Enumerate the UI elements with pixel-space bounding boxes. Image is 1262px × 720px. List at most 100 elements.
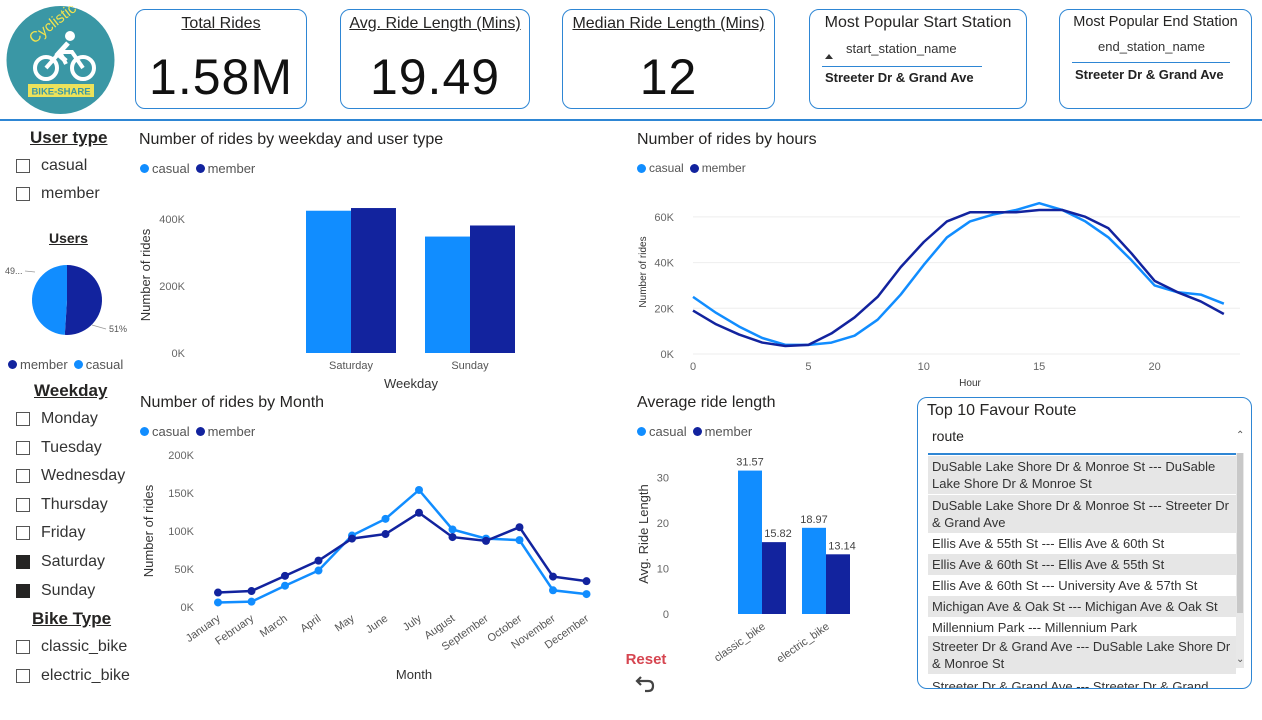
end-station-column-header[interactable]: end_station_name	[1098, 39, 1205, 54]
bar-casual[interactable]	[306, 210, 351, 353]
line-casual[interactable]	[692, 201, 1225, 347]
point-member[interactable]	[549, 572, 557, 581]
route-row[interactable]: DuSable Lake Shore Dr & Monroe St --- Du…	[928, 456, 1236, 494]
slicer-item-member[interactable]: member	[16, 183, 100, 205]
kpi-value: 12	[639, 49, 698, 105]
legend-member-dot	[195, 427, 205, 436]
data-label: 18.97	[800, 514, 828, 526]
reset-button[interactable]: Reset	[622, 651, 670, 701]
legend-casual-dot	[637, 163, 646, 173]
kpi-title: Avg. Ride Length (Mins)	[349, 15, 521, 32]
point-casual[interactable]	[549, 586, 557, 595]
weekday-slicer-title: Weekday	[34, 381, 108, 400]
point-casual[interactable]	[214, 598, 222, 607]
pie-label: 51%	[109, 324, 127, 334]
line-member[interactable]	[217, 511, 587, 594]
x-tick-label: Saturday	[329, 360, 374, 372]
pie-slice-member[interactable]	[64, 265, 103, 335]
slicer-item-tuesday[interactable]: Tuesday	[16, 437, 102, 459]
route-row[interactable]: Millennium Park --- Millennium Park	[928, 617, 1236, 638]
point-member[interactable]	[348, 534, 356, 543]
point-casual[interactable]	[448, 525, 457, 534]
point-member[interactable]	[247, 587, 256, 596]
table-scrollbar[interactable]	[1236, 453, 1244, 668]
y-tick-label: 0K	[172, 348, 186, 360]
point-member[interactable]	[381, 530, 390, 539]
reset-label: Reset	[625, 651, 667, 668]
point-casual[interactable]	[381, 514, 390, 523]
start-station-column-header[interactable]: start_station_name	[846, 41, 957, 56]
checkbox[interactable]	[16, 187, 30, 201]
route-row[interactable]: Michigan Ave & Oak St --- Michigan Ave &…	[928, 596, 1236, 617]
point-casual[interactable]	[415, 485, 423, 494]
checkbox[interactable]	[16, 669, 30, 683]
pie-slice-casual[interactable]	[32, 265, 67, 335]
kpi-value: 1.58M	[149, 49, 293, 105]
slicer-item-monday[interactable]: Monday	[16, 408, 98, 430]
bar-member[interactable]	[470, 225, 515, 353]
slicer-item-wednesday[interactable]: Wednesday	[16, 465, 125, 487]
checkbox[interactable]	[16, 440, 30, 455]
route-row[interactable]: Ellis Ave & 55th St --- Ellis Ave & 60th…	[928, 533, 1236, 554]
sort-ascending-icon[interactable]	[825, 54, 833, 59]
slicer-item-label: classic_bike	[41, 638, 128, 655]
route-row[interactable]: DuSable Lake Shore Dr & Monroe St --- St…	[928, 495, 1236, 533]
checkbox[interactable]	[16, 469, 30, 484]
bar-casual[interactable]	[425, 236, 470, 353]
checkbox[interactable]	[16, 526, 30, 541]
slicer-item-classic-bike[interactable]: classic_bike	[16, 636, 127, 658]
point-member[interactable]	[281, 571, 289, 580]
routes-column-header[interactable]: route	[932, 428, 964, 444]
bar-casual[interactable]	[738, 470, 762, 614]
slicer-item-thursday[interactable]: Thursday	[16, 494, 108, 516]
x-tick-label: February	[213, 612, 256, 647]
checkbox[interactable]	[16, 555, 30, 569]
y-tick-label: 200K	[168, 450, 194, 462]
point-member[interactable]	[482, 536, 490, 545]
point-member[interactable]	[582, 577, 591, 586]
avg-length-chart-legend: casual member	[637, 424, 758, 439]
scroll-down-icon[interactable]: ⌄	[1236, 654, 1244, 665]
slicer-item-casual[interactable]: casual	[16, 155, 87, 177]
bar-casual[interactable]	[802, 527, 826, 614]
end-station-value: Streeter Dr & Grand Ave	[1075, 67, 1224, 82]
route-row[interactable]: Streeter Dr & Grand Ave --- Streeter Dr …	[928, 676, 1236, 688]
legend-casual-label: casual	[649, 424, 687, 439]
slicer-item-electric-bike[interactable]: electric_bike	[16, 665, 130, 687]
checkbox[interactable]	[16, 412, 30, 426]
hours-chart-title: Number of rides by hours	[637, 131, 817, 148]
checkbox[interactable]	[16, 583, 30, 598]
slicer-item-sunday[interactable]: Sunday	[16, 580, 95, 602]
bar-member[interactable]	[762, 542, 786, 614]
x-tick-label: March	[258, 613, 290, 640]
y-tick-label: 20	[657, 518, 669, 530]
bar-member[interactable]	[826, 554, 850, 614]
checkbox[interactable]	[16, 497, 30, 512]
scrollbar-thumb[interactable]	[1237, 453, 1243, 613]
legend-casual-label: casual	[85, 357, 124, 372]
slicer-item-label: Tuesday	[41, 438, 102, 456]
checkbox[interactable]	[16, 640, 30, 654]
point-casual[interactable]	[281, 581, 289, 590]
route-row[interactable]: Ellis Ave & 60th St --- University Ave &…	[928, 575, 1236, 596]
point-member[interactable]	[214, 588, 222, 597]
sort-icon[interactable]: ⌃	[1236, 430, 1244, 441]
point-member[interactable]	[314, 556, 323, 565]
checkbox[interactable]	[16, 159, 30, 173]
point-member[interactable]	[415, 508, 423, 517]
bar-member[interactable]	[351, 208, 396, 353]
route-row[interactable]: Streeter Dr & Grand Ave --- DuSable Lake…	[928, 636, 1236, 674]
point-casual[interactable]	[247, 597, 256, 606]
point-member[interactable]	[448, 533, 457, 542]
point-casual[interactable]	[582, 590, 591, 599]
kpi-total-rides: Total Rides 1.58M	[135, 9, 307, 109]
slicer-item-friday[interactable]: Friday	[16, 522, 85, 544]
header-underline	[928, 453, 1236, 455]
weekday-chart-title: Number of rides by weekday and user type	[139, 131, 444, 148]
point-casual[interactable]	[515, 536, 524, 545]
point-casual[interactable]	[314, 566, 323, 575]
legend-casual-dot	[637, 427, 646, 436]
route-row[interactable]: Ellis Ave & 60th St --- Ellis Ave & 55th…	[928, 554, 1236, 575]
point-member[interactable]	[515, 523, 524, 532]
slicer-item-saturday[interactable]: Saturday	[16, 551, 105, 573]
